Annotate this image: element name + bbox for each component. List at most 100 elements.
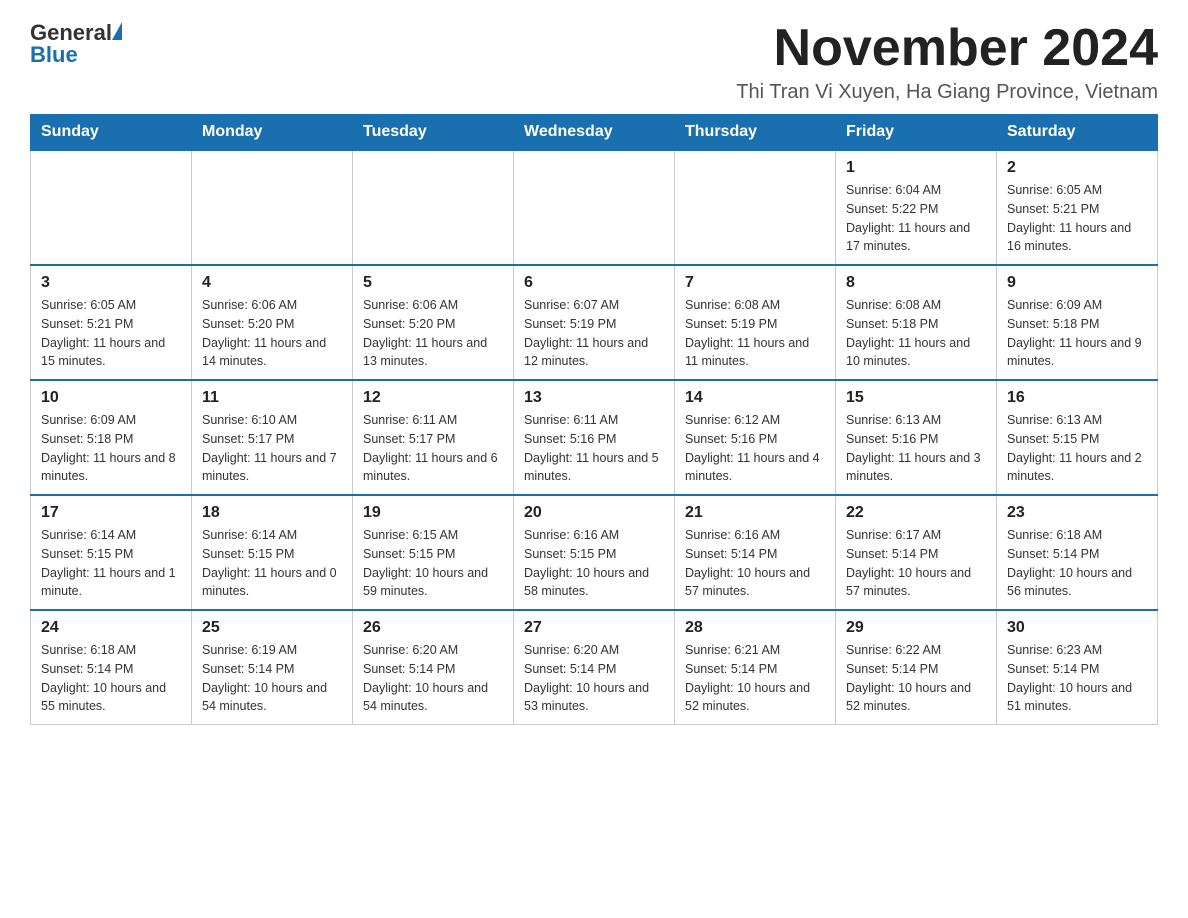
logo-triangle-icon — [112, 22, 122, 40]
calendar-cell-4-1: 17 Sunrise: 6:14 AM Sunset: 5:15 PM Dayli… — [31, 495, 192, 610]
day-number: 24 — [41, 619, 181, 637]
week-row-3: 10 Sunrise: 6:09 AM Sunset: 5:18 PM Dayli… — [31, 380, 1158, 495]
col-header-sunday: Sunday — [31, 115, 192, 151]
day-info: Sunrise: 6:19 AM Sunset: 5:14 PM Dayligh… — [202, 641, 342, 716]
calendar-cell-5-7: 30 Sunrise: 6:23 AM Sunset: 5:14 PM Dayli… — [997, 610, 1158, 725]
day-info: Sunrise: 6:13 AM Sunset: 5:15 PM Dayligh… — [1007, 411, 1147, 486]
calendar-cell-1-1 — [31, 150, 192, 265]
day-info: Sunrise: 6:18 AM Sunset: 5:14 PM Dayligh… — [41, 641, 181, 716]
calendar-cell-2-2: 4 Sunrise: 6:06 AM Sunset: 5:20 PM Daylig… — [192, 265, 353, 380]
day-number: 15 — [846, 389, 986, 407]
day-info: Sunrise: 6:10 AM Sunset: 5:17 PM Dayligh… — [202, 411, 342, 486]
day-number: 18 — [202, 504, 342, 522]
day-info: Sunrise: 6:14 AM Sunset: 5:15 PM Dayligh… — [202, 526, 342, 601]
calendar-cell-4-6: 22 Sunrise: 6:17 AM Sunset: 5:14 PM Dayli… — [836, 495, 997, 610]
day-number: 28 — [685, 619, 825, 637]
calendar-cell-2-6: 8 Sunrise: 6:08 AM Sunset: 5:18 PM Daylig… — [836, 265, 997, 380]
week-row-2: 3Sunrise: 6:05 AM Sunset: 5:21 PM Daylig… — [31, 265, 1158, 380]
day-info: Sunrise: 6:22 AM Sunset: 5:14 PM Dayligh… — [846, 641, 986, 716]
week-row-5: 24 Sunrise: 6:18 AM Sunset: 5:14 PM Dayli… — [31, 610, 1158, 725]
day-info: Sunrise: 6:09 AM Sunset: 5:18 PM Dayligh… — [1007, 296, 1147, 371]
day-info: Sunrise: 6:16 AM Sunset: 5:14 PM Dayligh… — [685, 526, 825, 601]
day-number: 11 — [202, 389, 342, 407]
location-subtitle: Thi Tran Vi Xuyen, Ha Giang Province, Vi… — [736, 81, 1158, 104]
col-header-saturday: Saturday — [997, 115, 1158, 151]
day-number: 7 — [685, 274, 825, 292]
title-block: November 2024 Thi Tran Vi Xuyen, Ha Gian… — [736, 20, 1158, 104]
day-number: 12 — [363, 389, 503, 407]
col-header-wednesday: Wednesday — [514, 115, 675, 151]
col-header-monday: Monday — [192, 115, 353, 151]
day-number: 19 — [363, 504, 503, 522]
day-info: Sunrise: 6:05 AM Sunset: 5:21 PM Dayligh… — [41, 296, 181, 371]
calendar-cell-4-5: 21 Sunrise: 6:16 AM Sunset: 5:14 PM Dayli… — [675, 495, 836, 610]
col-header-friday: Friday — [836, 115, 997, 151]
day-info: Sunrise: 6:21 AM Sunset: 5:14 PM Dayligh… — [685, 641, 825, 716]
day-info: Sunrise: 6:16 AM Sunset: 5:15 PM Dayligh… — [524, 526, 664, 601]
day-info: Sunrise: 6:09 AM Sunset: 5:18 PM Dayligh… — [41, 411, 181, 486]
calendar-cell-4-7: 23 Sunrise: 6:18 AM Sunset: 5:14 PM Dayli… — [997, 495, 1158, 610]
day-number: 30 — [1007, 619, 1147, 637]
day-info: Sunrise: 6:13 AM Sunset: 5:16 PM Dayligh… — [846, 411, 986, 486]
calendar-cell-3-3: 12Sunrise: 6:11 AM Sunset: 5:17 PM Dayli… — [353, 380, 514, 495]
calendar-cell-1-6: 1 Sunrise: 6:04 AM Sunset: 5:22 PM Daylig… — [836, 150, 997, 265]
day-headers-row: SundayMondayTuesdayWednesdayThursdayFrid… — [31, 115, 1158, 151]
day-info: Sunrise: 6:23 AM Sunset: 5:14 PM Dayligh… — [1007, 641, 1147, 716]
calendar-cell-2-7: 9 Sunrise: 6:09 AM Sunset: 5:18 PM Daylig… — [997, 265, 1158, 380]
calendar-cell-1-7: 2Sunrise: 6:05 AM Sunset: 5:21 PM Daylig… — [997, 150, 1158, 265]
calendar-cell-5-2: 25 Sunrise: 6:19 AM Sunset: 5:14 PM Dayli… — [192, 610, 353, 725]
col-header-tuesday: Tuesday — [353, 115, 514, 151]
day-number: 29 — [846, 619, 986, 637]
calendar-cell-1-5 — [675, 150, 836, 265]
day-info: Sunrise: 6:20 AM Sunset: 5:14 PM Dayligh… — [363, 641, 503, 716]
day-info: Sunrise: 6:05 AM Sunset: 5:21 PM Dayligh… — [1007, 181, 1147, 256]
calendar-cell-2-5: 7 Sunrise: 6:08 AM Sunset: 5:19 PM Daylig… — [675, 265, 836, 380]
day-number: 20 — [524, 504, 664, 522]
logo: General Blue — [30, 20, 122, 68]
calendar-cell-5-3: 26Sunrise: 6:20 AM Sunset: 5:14 PM Dayli… — [353, 610, 514, 725]
calendar-cell-4-4: 20 Sunrise: 6:16 AM Sunset: 5:15 PM Dayli… — [514, 495, 675, 610]
day-number: 17 — [41, 504, 181, 522]
day-info: Sunrise: 6:18 AM Sunset: 5:14 PM Dayligh… — [1007, 526, 1147, 601]
day-number: 8 — [846, 274, 986, 292]
day-info: Sunrise: 6:15 AM Sunset: 5:15 PM Dayligh… — [363, 526, 503, 601]
day-info: Sunrise: 6:14 AM Sunset: 5:15 PM Dayligh… — [41, 526, 181, 601]
page-header: General Blue November 2024 Thi Tran Vi X… — [30, 20, 1158, 104]
day-info: Sunrise: 6:06 AM Sunset: 5:20 PM Dayligh… — [202, 296, 342, 371]
col-header-thursday: Thursday — [675, 115, 836, 151]
day-info: Sunrise: 6:08 AM Sunset: 5:18 PM Dayligh… — [846, 296, 986, 371]
day-info: Sunrise: 6:08 AM Sunset: 5:19 PM Dayligh… — [685, 296, 825, 371]
calendar-cell-1-4 — [514, 150, 675, 265]
calendar-cell-3-1: 10 Sunrise: 6:09 AM Sunset: 5:18 PM Dayli… — [31, 380, 192, 495]
day-number: 16 — [1007, 389, 1147, 407]
day-number: 25 — [202, 619, 342, 637]
day-number: 6 — [524, 274, 664, 292]
logo-blue: Blue — [30, 42, 78, 68]
calendar-cell-3-2: 11 Sunrise: 6:10 AM Sunset: 5:17 PM Dayli… — [192, 380, 353, 495]
day-number: 10 — [41, 389, 181, 407]
day-info: Sunrise: 6:11 AM Sunset: 5:16 PM Dayligh… — [524, 411, 664, 486]
day-number: 23 — [1007, 504, 1147, 522]
day-number: 4 — [202, 274, 342, 292]
day-number: 13 — [524, 389, 664, 407]
day-number: 27 — [524, 619, 664, 637]
calendar-table: SundayMondayTuesdayWednesdayThursdayFrid… — [30, 114, 1158, 725]
day-number: 5 — [363, 274, 503, 292]
calendar-cell-3-4: 13 Sunrise: 6:11 AM Sunset: 5:16 PM Dayli… — [514, 380, 675, 495]
week-row-4: 17 Sunrise: 6:14 AM Sunset: 5:15 PM Dayli… — [31, 495, 1158, 610]
day-info: Sunrise: 6:06 AM Sunset: 5:20 PM Dayligh… — [363, 296, 503, 371]
day-info: Sunrise: 6:17 AM Sunset: 5:14 PM Dayligh… — [846, 526, 986, 601]
day-info: Sunrise: 6:20 AM Sunset: 5:14 PM Dayligh… — [524, 641, 664, 716]
calendar-cell-4-2: 18 Sunrise: 6:14 AM Sunset: 5:15 PM Dayli… — [192, 495, 353, 610]
day-number: 22 — [846, 504, 986, 522]
calendar-cell-5-5: 28 Sunrise: 6:21 AM Sunset: 5:14 PM Dayli… — [675, 610, 836, 725]
day-number: 9 — [1007, 274, 1147, 292]
day-info: Sunrise: 6:04 AM Sunset: 5:22 PM Dayligh… — [846, 181, 986, 256]
calendar-cell-1-3 — [353, 150, 514, 265]
day-number: 21 — [685, 504, 825, 522]
day-number: 1 — [846, 159, 986, 177]
calendar-cell-5-1: 24 Sunrise: 6:18 AM Sunset: 5:14 PM Dayli… — [31, 610, 192, 725]
calendar-cell-5-6: 29 Sunrise: 6:22 AM Sunset: 5:14 PM Dayli… — [836, 610, 997, 725]
calendar-cell-3-5: 14Sunrise: 6:12 AM Sunset: 5:16 PM Dayli… — [675, 380, 836, 495]
calendar-cell-1-2 — [192, 150, 353, 265]
